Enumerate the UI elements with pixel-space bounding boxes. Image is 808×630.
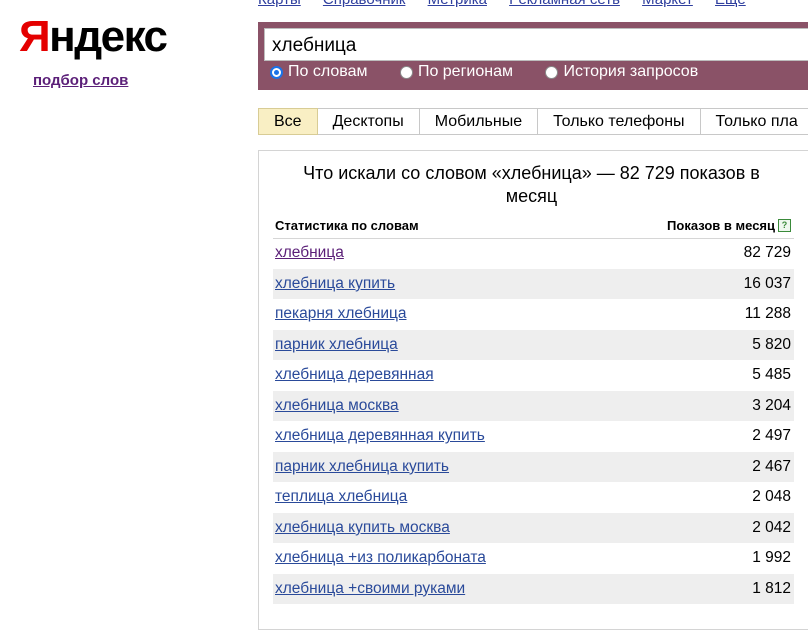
tab-desktops[interactable]: Десктопы	[317, 108, 420, 135]
keyword-link[interactable]: теплица хлебница	[273, 488, 407, 506]
impressions-count: 5 485	[752, 366, 791, 384]
keyword-link[interactable]: хлебница деревянная купить	[273, 427, 485, 445]
logo-text: ндекс	[49, 12, 168, 61]
impressions-count: 2 042	[752, 518, 791, 536]
tab-mobile[interactable]: Мобильные	[419, 108, 539, 135]
keyword-link[interactable]: парник хлебница	[273, 336, 398, 354]
table-row: хлебница +своими руками 1 812	[273, 573, 794, 604]
top-nav-link[interactable]: Маркет	[642, 0, 693, 8]
impressions-count: 11 288	[744, 305, 791, 323]
device-tabs: Все Десктопы Мобильные Только телефоны Т…	[258, 108, 808, 135]
radio-icon[interactable]	[399, 65, 413, 79]
top-nav-link[interactable]: Ещё	[715, 0, 746, 8]
top-nav-link[interactable]: Карты	[258, 0, 301, 8]
search-input[interactable]	[264, 28, 808, 61]
column-header-impressions: Показов в месяц ?	[667, 218, 791, 233]
impressions-count: 2 048	[752, 488, 791, 506]
mode-label: История запросов	[563, 63, 699, 80]
impressions-count: 3 204	[752, 396, 791, 414]
table-header: Статистика по словам Показов в месяц ?	[273, 217, 794, 239]
keyword-link[interactable]: хлебница	[273, 244, 344, 262]
mode-label: По словам	[288, 63, 368, 80]
impressions-count: 16 037	[743, 274, 791, 292]
keyword-link[interactable]: пекарня хлебница	[273, 305, 406, 323]
table-row: парник хлебница 5 820	[273, 329, 794, 360]
table-row: хлебница деревянная 5 485	[273, 360, 794, 391]
keyword-link[interactable]: хлебница деревянная	[273, 366, 434, 384]
mode-by-regions[interactable]: По регионам	[399, 63, 513, 81]
keyword-link[interactable]: хлебница +из поликарбоната	[273, 549, 486, 567]
impressions-count: 2 497	[752, 427, 791, 445]
table-row: хлебница +из поликарбоната 1 992	[273, 543, 794, 574]
mode-by-words[interactable]: По словам	[270, 63, 367, 81]
logo-letter: Я	[19, 12, 51, 61]
column-header-label: Показов в месяц	[667, 218, 775, 233]
tab-phones-only[interactable]: Только телефоны	[538, 108, 701, 135]
mode-label: По регионам	[417, 63, 513, 80]
keyword-link[interactable]: хлебница москва	[273, 397, 399, 415]
impressions-count: 1 812	[752, 579, 791, 597]
keyword-link[interactable]: хлебница +своими руками	[273, 580, 465, 598]
search-mode-group: По словам По регионам История запросов	[270, 63, 726, 84]
column-header-keywords: Статистика по словам	[275, 218, 419, 233]
table-row: хлебница 82 729	[273, 238, 794, 269]
table-row: пекарня хлебница 11 288	[273, 299, 794, 330]
impressions-count: 1 992	[752, 549, 791, 567]
yandex-logo[interactable]: Яндекс	[19, 12, 168, 62]
top-nav-link[interactable]: Справочник	[323, 0, 406, 8]
tool-name-link[interactable]: подбор слов	[33, 72, 128, 89]
impressions-count: 5 820	[752, 335, 791, 353]
impressions-count: 82 729	[743, 244, 791, 262]
table-row: хлебница купить 16 037	[273, 268, 794, 299]
mode-history[interactable]: История запросов	[545, 63, 698, 81]
help-icon[interactable]: ?	[778, 219, 791, 232]
results-panel: Что искали со словом «хлебница» — 82 729…	[258, 150, 808, 630]
impressions-count: 2 467	[752, 457, 791, 475]
top-nav-link[interactable]: Метрика	[428, 0, 487, 8]
radio-icon[interactable]	[545, 65, 559, 79]
keyword-link[interactable]: хлебница купить	[273, 275, 395, 293]
table-row: хлебница москва 3 204	[273, 390, 794, 421]
table-row: теплица хлебница 2 048	[273, 482, 794, 513]
top-nav: Карты Справочник Метрика Рекламная сеть …	[258, 0, 764, 8]
tab-tablets-only[interactable]: Только пла	[700, 108, 808, 135]
search-panel: По словам По регионам История запросов	[258, 22, 808, 90]
tab-all[interactable]: Все	[258, 108, 318, 135]
table-row: хлебница купить москва 2 042	[273, 512, 794, 543]
keyword-link[interactable]: хлебница купить москва	[273, 519, 450, 537]
keyword-link[interactable]: парник хлебница купить	[273, 458, 449, 476]
results-table: хлебница 82 729 хлебница купить 16 037 пекар…	[273, 238, 794, 604]
results-title: Что искали со словом «хлебница» — 82 729…	[303, 163, 760, 206]
radio-selected-icon[interactable]	[270, 65, 283, 79]
top-nav-link[interactable]: Рекламная сеть	[509, 0, 620, 8]
table-row: парник хлебница купить 2 467	[273, 451, 794, 482]
table-row: хлебница деревянная купить 2 497	[273, 421, 794, 452]
